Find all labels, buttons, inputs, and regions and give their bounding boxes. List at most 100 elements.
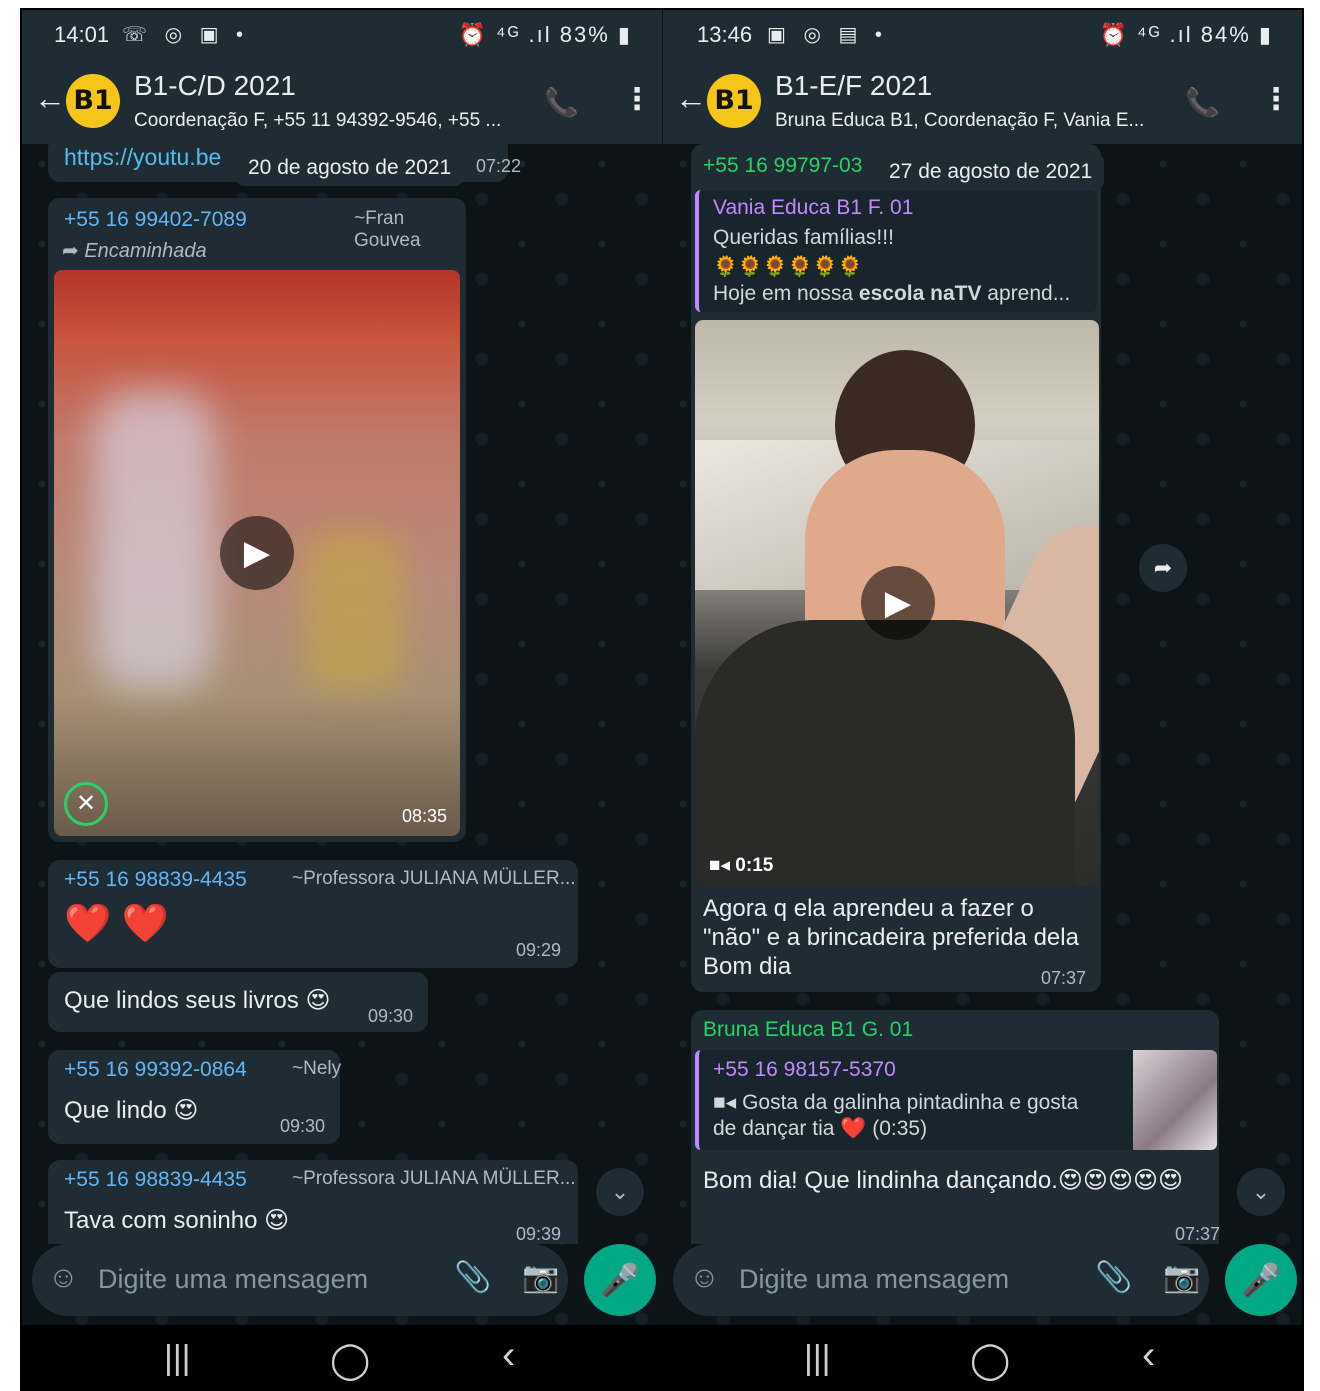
status-time: 13:46: [697, 22, 753, 47]
camera-icon[interactable]: 📷: [1163, 1260, 1200, 1295]
notification-icons: ▣ ◎ ▤ •: [767, 24, 888, 46]
quote-text-bold: escola naTV: [858, 282, 982, 305]
message-bubble[interactable]: +55 16 98839-4435 ~Professora JULIANA MÜ…: [48, 860, 578, 968]
more-options-icon[interactable]: ⋮: [622, 82, 652, 117]
message-sender[interactable]: +55 16 98839-4435: [64, 868, 247, 892]
quoted-message[interactable]: Vania Educa B1 F. 01 Queridas famílias!!…: [695, 190, 1097, 312]
message-time: 09:30: [280, 1116, 326, 1136]
input-placeholder[interactable]: Digite uma mensagem: [98, 1264, 368, 1295]
message-time: 09:39: [516, 1224, 562, 1244]
message-time: 07:37: [1041, 968, 1087, 988]
left-phone: 14:01 ☏ ◎ ▣ • ⏰ ⁴ᴳ .ıl 83% ▮ ← B1 B1-C/D…: [22, 10, 662, 1325]
video-camera-icon: ■◂: [709, 855, 736, 876]
youtube-link[interactable]: https://youtu.be: [64, 144, 221, 171]
sender-alias: ~Professora JULIANA MÜLLER...: [292, 868, 576, 889]
battery-signal: ⏰ ⁴ᴳ .ıl 84% ▮: [1099, 22, 1273, 47]
forward-icon[interactable]: ➦: [1139, 544, 1187, 592]
input-placeholder[interactable]: Digite uma mensagem: [739, 1264, 1009, 1295]
group-members[interactable]: Coordenação F, +55 11 94392-9546, +55 ..…: [134, 110, 524, 132]
message-bubble[interactable]: Bruna Educa B1 G. 01 +55 16 98157-5370 ■…: [691, 1010, 1221, 1244]
mic-button[interactable]: 🎤: [584, 1244, 656, 1316]
mic-icon: 🎤: [600, 1262, 640, 1298]
video-thumbnail[interactable]: ▶ ■◂ 0:15: [695, 320, 1099, 886]
message-bubble[interactable]: Que lindos seus livros 😍 09:30: [48, 972, 428, 1032]
message-text: Que lindos seus livros 😍: [64, 987, 331, 1014]
recent-apps-icon[interactable]: |||: [164, 1339, 191, 1378]
message-text: Que lindo 😍: [64, 1097, 199, 1124]
cancel-download-icon[interactable]: ✕: [64, 782, 108, 826]
battery-signal: ⏰ ⁴ᴳ .ıl 83% ▮: [458, 22, 632, 47]
quote-emojis: 🌻🌻🌻🌻🌻🌻: [713, 256, 863, 278]
group-members[interactable]: Bruna Educa B1, Coordenação F, Vania E..…: [775, 110, 1175, 132]
message-input[interactable]: ☺ Digite uma mensagem 📎 📷: [673, 1244, 1209, 1316]
mic-icon: 🎤: [1241, 1262, 1281, 1298]
back-arrow-icon[interactable]: ←: [34, 80, 66, 117]
play-icon[interactable]: ▶: [861, 566, 935, 640]
message-text: ❤️ ❤️: [64, 903, 170, 945]
chat-header[interactable]: ← B1 B1-C/D 2021 Coordenação F, +55 11 9…: [22, 60, 662, 144]
video-camera-icon: ■◂: [713, 1091, 743, 1114]
forwarded-label: ➦ Encaminhada: [62, 238, 207, 263]
play-icon[interactable]: ▶: [220, 516, 294, 590]
home-icon[interactable]: ◯: [970, 1339, 1010, 1381]
emoji-icon[interactable]: ☺: [48, 1261, 79, 1295]
message-sender[interactable]: Bruna Educa B1 G. 01: [703, 1018, 913, 1042]
message-time: 09:30: [368, 1006, 414, 1026]
video-message[interactable]: +55 16 99402-7089 ~Fran Gouvea ➦ Encamin…: [48, 198, 466, 842]
message-bubble[interactable]: +55 16 98839-4435 ~Professora JULIANA MÜ…: [48, 1160, 578, 1244]
attach-icon[interactable]: 📎: [454, 1260, 491, 1295]
message-text: Agora q ela aprendeu a fazer o "não" e a…: [703, 895, 1079, 980]
message-sender[interactable]: +55 16 99402-7089: [64, 208, 247, 231]
status-bar: 13:46 ▣ ◎ ▤ • ⏰ ⁴ᴳ .ıl 84% ▮: [663, 10, 1302, 60]
add-call-icon[interactable]: 📞: [1185, 86, 1220, 119]
sender-alias: ~Professora JULIANA MÜLLER...: [292, 1168, 576, 1189]
status-bar: 14:01 ☏ ◎ ▣ • ⏰ ⁴ᴳ .ıl 83% ▮: [22, 10, 662, 60]
back-icon[interactable]: ‹: [502, 1333, 515, 1378]
scroll-down-icon[interactable]: ⌄: [1237, 1168, 1285, 1216]
quote-text-content: Gosta da galinha pintadinha e gosta de d…: [713, 1091, 1079, 1140]
duration-text: 0:15: [735, 855, 774, 876]
message-sender[interactable]: +55 16 99797-03: [703, 154, 862, 178]
back-icon[interactable]: ‹: [1142, 1333, 1155, 1378]
message-time: 07:37: [1175, 1224, 1221, 1244]
message-bubble[interactable]: +55 16 99392-0864 ~Nely Que lindo 😍 09:3…: [48, 1050, 341, 1144]
message-time: 07:22: [476, 156, 522, 176]
status-time: 14:01: [54, 22, 110, 47]
date-chip: 27 de agosto de 2021: [877, 154, 1105, 190]
video-message[interactable]: +55 16 99797-03 Vania Educa B1 F. 01 Que…: [691, 144, 1101, 992]
add-call-icon[interactable]: 📞: [544, 86, 579, 119]
mic-button[interactable]: 🎤: [1225, 1244, 1297, 1316]
group-title[interactable]: B1-C/D 2021: [134, 70, 296, 102]
group-avatar[interactable]: B1: [707, 74, 761, 128]
forwarded-text: Encaminhada: [84, 240, 207, 262]
quote-thumbnail: [1133, 1050, 1217, 1150]
video-thumbnail[interactable]: ▶ ✕ 08:35: [54, 270, 460, 836]
quote-sender: +55 16 98157-5370: [713, 1058, 896, 1081]
home-icon[interactable]: ◯: [330, 1339, 370, 1381]
scroll-down-icon[interactable]: ⌄: [596, 1168, 644, 1216]
quoted-message[interactable]: +55 16 98157-5370 ■◂ Gosta da galinha pi…: [695, 1050, 1217, 1150]
chat-header[interactable]: ← B1 B1-E/F 2021 Bruna Educa B1, Coorden…: [663, 60, 1302, 144]
quote-text: Queridas famílias!!!: [713, 226, 894, 249]
android-nav-bar: ||| ◯ ‹ ||| ◯ ‹: [22, 1325, 1302, 1391]
message-sender[interactable]: +55 16 98839-4435: [64, 1168, 247, 1192]
sender-alias: ~Fran Gouvea: [354, 208, 421, 251]
message-sender[interactable]: +55 16 99392-0864: [64, 1058, 247, 1082]
group-avatar[interactable]: B1: [66, 74, 120, 128]
notification-icons: ☏ ◎ ▣ •: [122, 24, 250, 46]
quote-text: Hoje em nossa escola naTV aprend...: [713, 282, 1070, 306]
video-duration: 08:35: [402, 806, 448, 826]
message-input[interactable]: ☺ Digite uma mensagem 📎 📷: [32, 1244, 568, 1316]
recent-apps-icon[interactable]: |||: [804, 1339, 831, 1378]
emoji-icon[interactable]: ☺: [689, 1261, 720, 1295]
forward-icon: ➦: [62, 240, 85, 262]
quote-text-part: aprend...: [981, 282, 1071, 305]
right-phone: 13:46 ▣ ◎ ▤ • ⏰ ⁴ᴳ .ıl 84% ▮ ← B1 B1-E/F…: [663, 10, 1302, 1325]
more-options-icon[interactable]: ⋮: [1261, 82, 1291, 117]
video-duration: ■◂ 0:15: [709, 854, 773, 877]
message-time: 09:29: [516, 940, 562, 960]
camera-icon[interactable]: 📷: [522, 1260, 559, 1295]
attach-icon[interactable]: 📎: [1095, 1260, 1132, 1295]
group-title[interactable]: B1-E/F 2021: [775, 70, 932, 102]
back-arrow-icon[interactable]: ←: [675, 80, 707, 117]
